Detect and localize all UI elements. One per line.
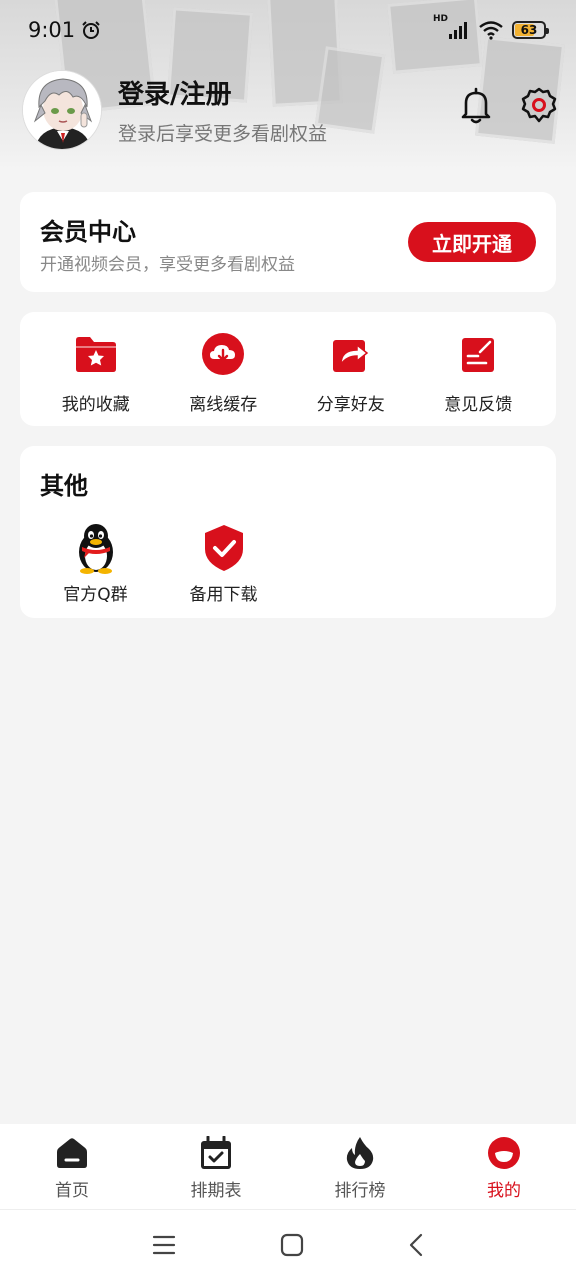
action-share[interactable]: 分享好友 — [287, 312, 415, 426]
gear-icon[interactable] — [520, 86, 558, 124]
feedback-icon — [462, 338, 495, 372]
action-label: 意见反馈 — [444, 395, 513, 415]
menu-icon[interactable] — [152, 1234, 176, 1256]
flame-icon — [346, 1137, 374, 1169]
other-section-card: 其他 官方Q群 备用下载 — [20, 446, 556, 618]
status-time: 9:01 — [28, 18, 76, 42]
login-register-link[interactable]: 登录/注册 — [118, 74, 327, 111]
other-item-qq-group[interactable]: 官方Q群 — [32, 522, 159, 605]
other-item-label: 官方Q群 — [63, 585, 128, 605]
action-label: 离线缓存 — [189, 395, 258, 415]
signal-icon — [449, 22, 467, 39]
anime-avatar-icon — [23, 71, 101, 149]
other-item-label: 备用下载 — [189, 585, 258, 605]
back-icon[interactable] — [408, 1233, 424, 1257]
nav-label: 排期表 — [190, 1181, 242, 1201]
system-navigation-bar — [0, 1210, 576, 1280]
alarm-icon — [82, 21, 100, 39]
nav-mine[interactable]: 我的 — [432, 1124, 576, 1209]
home-icon — [57, 1138, 87, 1168]
action-favorites[interactable]: 我的收藏 — [32, 312, 160, 426]
vip-center-card: 会员中心 开通视频会员，享受更多看剧权益 立即开通 — [20, 192, 556, 292]
open-vip-button[interactable]: 立即开通 — [408, 222, 536, 262]
nav-label: 我的 — [487, 1181, 521, 1201]
folder-star-icon — [75, 337, 116, 372]
other-section-title: 其他 — [40, 472, 88, 500]
login-subtitle: 登录后享受更多看剧权益 — [118, 123, 328, 145]
nav-label: 排行榜 — [334, 1181, 386, 1201]
bell-icon[interactable] — [458, 86, 494, 126]
shield-check-icon — [204, 525, 243, 571]
cloud-download-icon — [202, 333, 245, 375]
nav-ranking[interactable]: 排行榜 — [288, 1124, 432, 1209]
action-offline-cache[interactable]: 离线缓存 — [160, 312, 288, 426]
nav-schedule[interactable]: 排期表 — [144, 1124, 288, 1209]
other-item-backup-download[interactable]: 备用下载 — [160, 522, 287, 605]
nav-home[interactable]: 首页 — [0, 1124, 144, 1209]
calendar-check-icon — [201, 1136, 231, 1169]
qq-penguin-icon — [78, 524, 113, 574]
share-icon — [332, 340, 368, 372]
profile-face-icon — [488, 1137, 520, 1169]
action-feedback[interactable]: 意见反馈 — [415, 312, 543, 426]
network-type-label: HD — [432, 14, 448, 24]
wifi-icon — [479, 21, 503, 40]
quick-actions-card: 我的收藏 离线缓存 分享好友 意见反馈 — [20, 312, 556, 426]
battery-level: 63 — [520, 23, 538, 37]
home-square-icon[interactable] — [280, 1233, 304, 1257]
status-bar: 9:01 HD 63 — [0, 0, 576, 60]
profile-header: 登录/注册 登录后享受更多看剧权益 — [22, 68, 562, 152]
action-label: 分享好友 — [316, 395, 385, 415]
bottom-navigation: 首页 排期表 排行榜 我的 — [0, 1124, 576, 1210]
nav-label: 首页 — [55, 1181, 89, 1201]
avatar[interactable] — [22, 70, 102, 150]
vip-subtitle: 开通视频会员，享受更多看剧权益 — [40, 255, 295, 275]
battery-icon: 63 — [512, 21, 549, 39]
vip-title: 会员中心 — [40, 218, 136, 246]
action-label: 我的收藏 — [61, 395, 130, 415]
